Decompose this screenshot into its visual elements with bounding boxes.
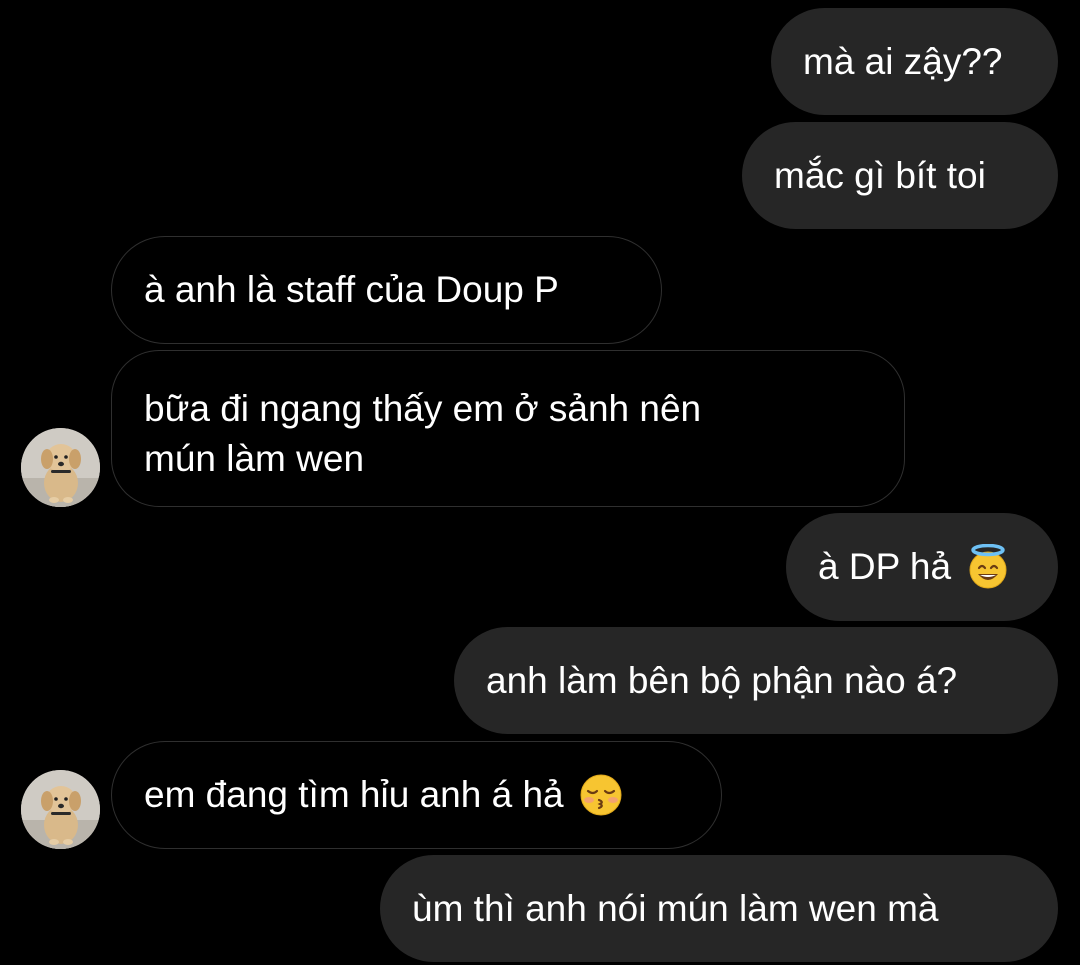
puppy-icon [21, 770, 100, 849]
message-bubble-incoming[interactable]: em đang tìm hỉu anh á hả [111, 741, 722, 849]
message-text: ùm thì anh nói mún làm wen mà [412, 887, 939, 929]
message-bubble-outgoing[interactable]: ùm thì anh nói mún làm wen mà [380, 855, 1058, 962]
message-text: mà ai zậy?? [803, 40, 1003, 82]
message-text: mắc gì bít toi [774, 154, 986, 196]
message-bubble-incoming[interactable]: bữa đi ngang thấy em ở sảnh nên mún làm … [111, 350, 905, 507]
message-text: em đang tìm hỉu anh á hả [144, 774, 564, 815]
puppy-avatar[interactable] [21, 428, 100, 507]
message-bubble-outgoing[interactable]: à DP hả [786, 513, 1058, 621]
message-text: à DP hả [818, 546, 952, 587]
message-text-line-2: mún làm wen [144, 438, 365, 479]
message-bubble-outgoing[interactable]: mà ai zậy?? [771, 8, 1058, 115]
message-bubble-incoming[interactable]: à anh là staff của Doup P [111, 236, 662, 344]
message-text-line-1: bữa đi ngang thấy em ở sảnh nên [144, 388, 702, 429]
puppy-icon [21, 428, 100, 507]
message-bubble-outgoing[interactable]: mắc gì bít toi [742, 122, 1058, 229]
kissing-face-with-closed-eyes-emoji [578, 772, 624, 818]
message-text: à anh là staff của Doup P [144, 269, 559, 310]
smiling-face-with-halo-emoji [965, 544, 1011, 590]
message-text: anh làm bên bộ phận nào á? [486, 659, 958, 701]
puppy-avatar[interactable] [21, 770, 100, 849]
message-bubble-outgoing[interactable]: anh làm bên bộ phận nào á? [454, 627, 1058, 734]
